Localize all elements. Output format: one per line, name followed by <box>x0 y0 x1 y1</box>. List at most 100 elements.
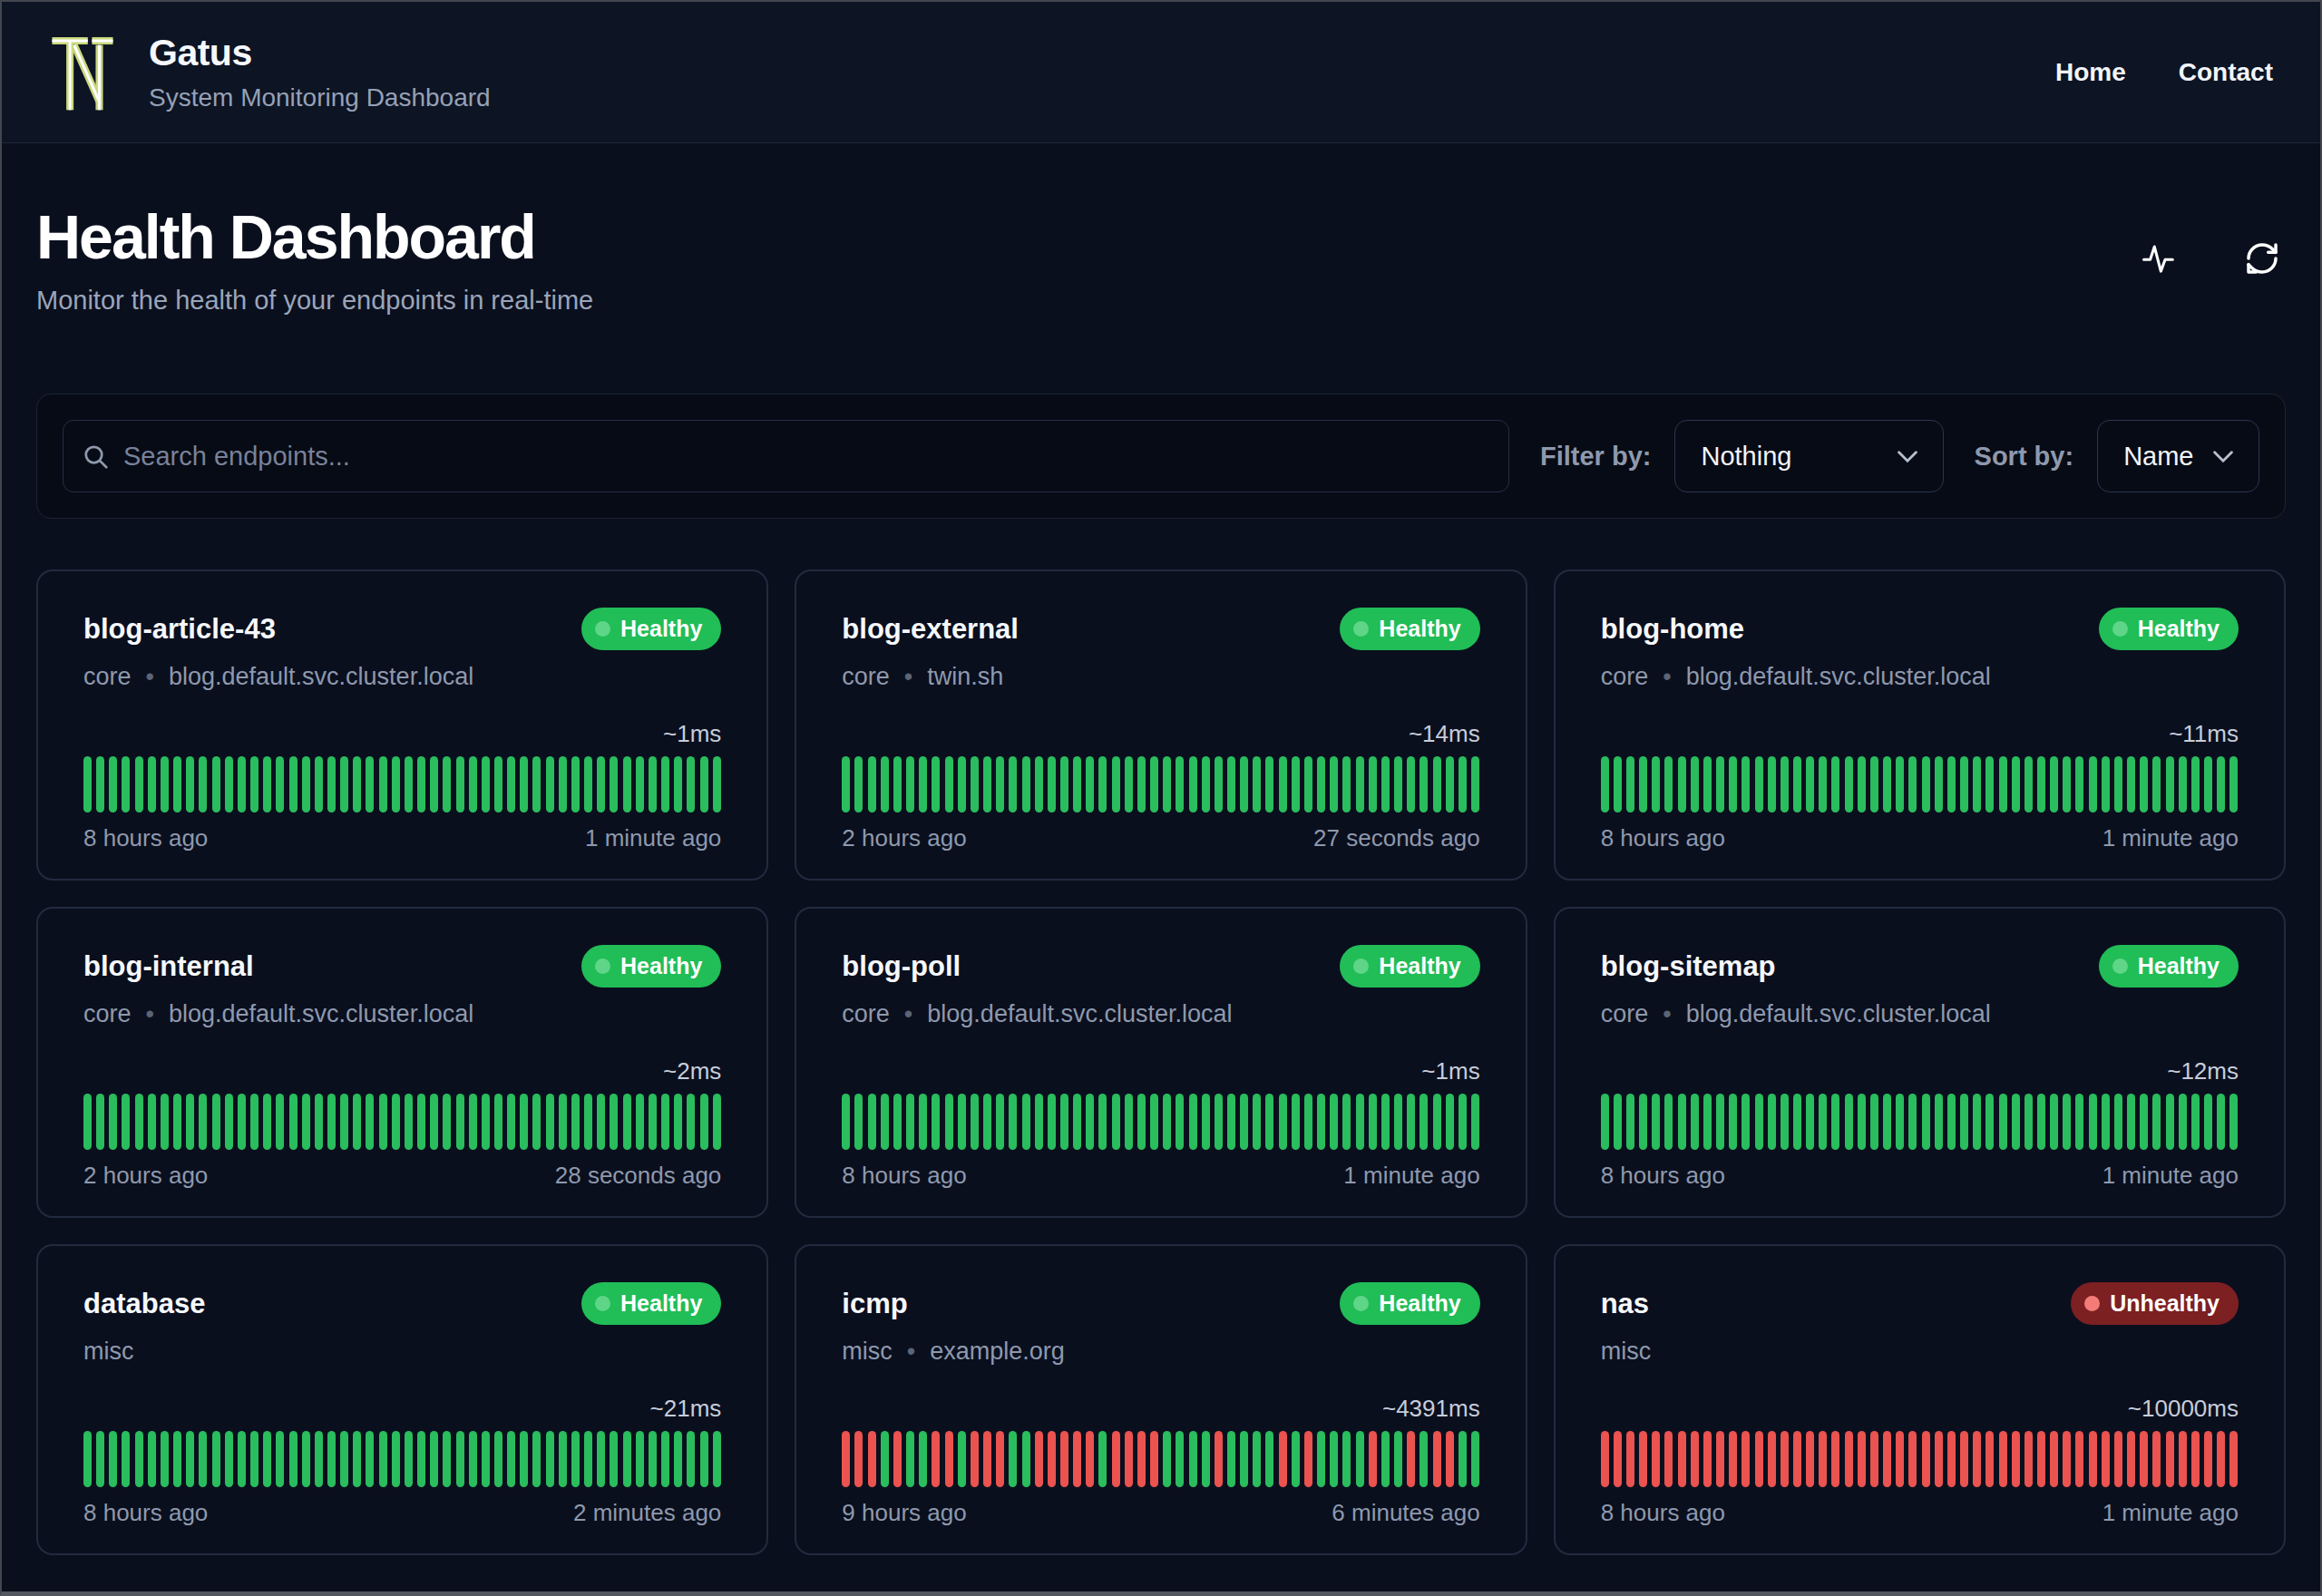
uptime-bar <box>1112 1094 1120 1150</box>
uptime-bar <box>610 756 618 813</box>
timeframe-start: 8 hours ago <box>83 824 208 852</box>
activity-icon[interactable] <box>2141 240 2177 277</box>
search-input[interactable] <box>63 420 1509 492</box>
endpoint-card[interactable]: blog-poll Healthy core • blog.default.sv… <box>795 907 1527 1218</box>
uptime-bar <box>1883 1431 1891 1487</box>
uptime-bar <box>893 1094 902 1150</box>
uptime-bar <box>83 756 92 813</box>
uptime-bar <box>276 1431 284 1487</box>
uptime-bar <box>2075 1431 2083 1487</box>
status-label: Healthy <box>2138 953 2220 979</box>
uptime-bars <box>842 756 1479 813</box>
uptime-bar <box>674 756 682 813</box>
uptime-bar <box>276 1094 284 1150</box>
uptime-bar <box>1883 756 1891 813</box>
uptime-bar <box>1755 1431 1763 1487</box>
endpoint-card[interactable]: blog-home Healthy core • blog.default.sv… <box>1554 569 2286 881</box>
uptime-bar <box>1356 1094 1364 1150</box>
uptime-bar <box>161 1094 169 1150</box>
status-badge: Healthy <box>1340 945 1479 988</box>
endpoint-name: icmp <box>842 1282 907 1320</box>
uptime-bar <box>1009 756 1017 813</box>
uptime-bar <box>1652 1094 1660 1150</box>
uptime-bar <box>148 1431 156 1487</box>
uptime-bar <box>1009 1431 1017 1487</box>
uptime-bar <box>1664 756 1673 813</box>
uptime-bar <box>1626 1094 1634 1150</box>
endpoint-card[interactable]: icmp Healthy misc • example.org ~4391ms … <box>795 1244 1527 1555</box>
uptime-bar <box>135 1094 143 1150</box>
uptime-bar <box>1768 1094 1776 1150</box>
endpoint-card[interactable]: database Healthy misc • ~21ms 8 hours ag… <box>36 1244 768 1555</box>
uptime-bar <box>2114 1431 2122 1487</box>
uptime-bar <box>417 756 425 813</box>
uptime-bar <box>854 756 863 813</box>
uptime-bar <box>1639 756 1647 813</box>
meta-separator-dot: • <box>146 663 154 691</box>
uptime-bar <box>1716 1431 1724 1487</box>
uptime-bar <box>405 1431 413 1487</box>
endpoint-card[interactable]: blog-sitemap Healthy core • blog.default… <box>1554 907 2286 1218</box>
uptime-bar <box>2229 1094 2238 1150</box>
uptime-bar <box>1163 1094 1171 1150</box>
uptime-bars <box>842 1094 1479 1150</box>
uptime-bar <box>1691 1094 1699 1150</box>
uptime-bar <box>1394 1094 1402 1150</box>
uptime-bar <box>532 1094 541 1150</box>
uptime-bar <box>1202 756 1210 813</box>
uptime-bar <box>1048 1431 1056 1487</box>
uptime-bar <box>1858 1094 1866 1150</box>
uptime-bar <box>83 1431 92 1487</box>
uptime-bar <box>854 1094 863 1150</box>
refresh-icon[interactable] <box>2244 240 2280 277</box>
uptime-bar <box>854 1431 863 1487</box>
uptime-bar <box>1330 1094 1338 1150</box>
status-badge: Healthy <box>2099 945 2239 988</box>
brand-subtitle: System Monitoring Dashboard <box>149 83 491 112</box>
endpoint-card[interactable]: blog-internal Healthy core • blog.defaul… <box>36 907 768 1218</box>
uptime-bar <box>2140 1094 2148 1150</box>
uptime-bar <box>520 756 528 813</box>
uptime-bar <box>1317 1094 1325 1150</box>
sort-by-label: Sort by: <box>1975 442 2074 472</box>
filter-select[interactable]: Nothing <box>1674 420 1943 492</box>
uptime-bar <box>1999 1431 2007 1487</box>
uptime-bar <box>366 1094 374 1150</box>
uptime-bar <box>1614 756 1622 813</box>
uptime-bar <box>456 1431 464 1487</box>
uptime-bar <box>1022 756 1030 813</box>
uptime-bars <box>842 1431 1479 1487</box>
sort-select[interactable]: Name <box>2097 420 2259 492</box>
uptime-bar <box>2024 1094 2033 1150</box>
uptime-bar <box>405 1094 413 1150</box>
uptime-bar <box>1908 756 1917 813</box>
uptime-bar <box>1137 1431 1146 1487</box>
uptime-bar <box>2179 756 2187 813</box>
uptime-bar <box>1845 1431 1853 1487</box>
uptime-bar <box>546 1094 554 1150</box>
uptime-bar <box>1189 756 1197 813</box>
uptime-bar <box>881 1431 889 1487</box>
uptime-bar <box>1831 1094 1839 1150</box>
page-title: Health Dashboard <box>36 201 593 272</box>
endpoint-card[interactable]: blog-external Healthy core • twin.sh ~14… <box>795 569 1527 881</box>
sort-select-value: Name <box>2123 442 2193 472</box>
uptime-bar <box>2075 1094 2083 1150</box>
nav-contact-link[interactable]: Contact <box>2179 58 2273 87</box>
uptime-bar <box>636 1094 644 1150</box>
uptime-bar <box>623 1431 631 1487</box>
nav-home-link[interactable]: Home <box>2055 58 2126 87</box>
endpoint-card[interactable]: nas Unhealthy misc • ~10000ms 8 hours ag… <box>1554 1244 2286 1555</box>
main-nav: Home Contact <box>2055 58 2273 87</box>
uptime-bar <box>2229 756 2238 813</box>
uptime-bar <box>1781 1431 1789 1487</box>
status-dot-icon <box>1353 1296 1369 1311</box>
uptime-bar <box>2152 756 2161 813</box>
timeframe-start: 9 hours ago <box>842 1499 966 1527</box>
endpoint-card[interactable]: blog-article-43 Healthy core • blog.defa… <box>36 569 768 881</box>
uptime-bar <box>893 1431 902 1487</box>
uptime-bar <box>1317 1431 1325 1487</box>
uptime-bar <box>1279 1431 1287 1487</box>
uptime-bar <box>584 756 592 813</box>
uptime-bar <box>1356 756 1364 813</box>
